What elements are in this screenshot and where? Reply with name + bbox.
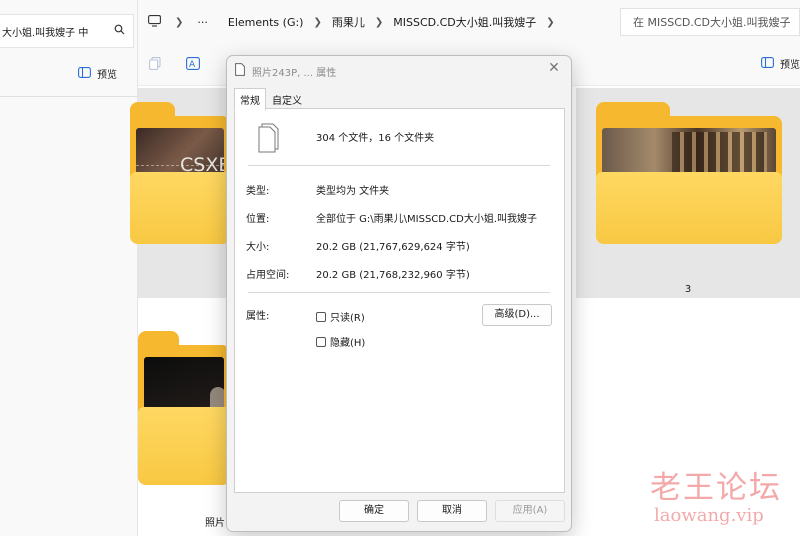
- close-icon[interactable]: ✕: [545, 59, 563, 77]
- apply-button[interactable]: 应用(A): [495, 500, 565, 522]
- chevron-right-icon[interactable]: ❯: [313, 17, 321, 28]
- folder-icon: CSXE: [130, 102, 230, 244]
- cancel-button[interactable]: 取消: [417, 500, 487, 522]
- chevron-right-icon[interactable]: ❯: [375, 17, 383, 28]
- attributes-label: 属性:: [246, 311, 270, 322]
- watermark-text: 老王论坛: [650, 470, 782, 506]
- chevron-right-icon[interactable]: ❯: [546, 17, 554, 28]
- breadcrumb-folder[interactable]: 雨果儿: [332, 14, 365, 30]
- preview-label: 预览: [780, 60, 800, 71]
- left-search-text: 大小姐.叫我嫂子 中: [2, 27, 89, 39]
- hidden-label: 隐藏(H): [330, 338, 366, 349]
- divider: [248, 165, 550, 166]
- divider: [0, 96, 138, 97]
- left-explorer-window: 大小姐.叫我嫂子 中 预览: [0, 0, 138, 536]
- properties-dialog: 照片243P, ... 属性 ✕ 常规 自定义 304 个文件，16 个文件夹 …: [226, 55, 572, 532]
- folder-tile-selected[interactable]: 3: [576, 88, 800, 298]
- advanced-button[interactable]: 高级(D)...: [482, 304, 552, 326]
- location-value: 全部位于 G:\雨果儿\MISSCD.CD大小姐.叫我嫂子: [316, 214, 538, 225]
- divider: [248, 292, 550, 293]
- rename-icon[interactable]: A: [186, 57, 200, 71]
- breadcrumb-current[interactable]: MISSCD.CD大小姐.叫我嫂子: [393, 14, 536, 30]
- svg-text:A: A: [189, 60, 196, 70]
- left-preview-button[interactable]: 预览: [78, 66, 117, 81]
- folder-tile[interactable]: CSXE: [130, 88, 230, 298]
- hidden-checkbox[interactable]: 隐藏(H): [316, 334, 365, 349]
- readonly-label: 只读(R): [330, 313, 365, 324]
- preview-button[interactable]: 预览: [761, 56, 800, 71]
- size-on-disk-label: 占用空间:: [246, 270, 290, 281]
- folder-name: 3: [684, 284, 692, 295]
- copy-icon[interactable]: [148, 57, 162, 71]
- type-label: 类型:: [246, 186, 270, 197]
- preview-pane-icon: [761, 56, 774, 71]
- more-icon[interactable]: ···: [197, 16, 208, 29]
- breadcrumb-drive[interactable]: Elements (G:): [228, 16, 304, 29]
- folder-search-input[interactable]: 在 MISSCD.CD大小姐.叫我嫂子: [620, 8, 800, 36]
- size-value: 20.2 GB (21,767,629,624 字节): [316, 242, 470, 253]
- multiple-files-icon: [258, 123, 279, 153]
- dialog-title-bar: 照片243P, ... 属性: [235, 60, 336, 82]
- preview-pane-icon: [78, 66, 91, 81]
- computer-icon[interactable]: [148, 14, 161, 30]
- type-value: 类型均为 文件夹: [316, 186, 390, 197]
- left-preview-label: 预览: [97, 70, 117, 81]
- tab-general[interactable]: 常规: [234, 88, 266, 111]
- file-icon: [235, 63, 245, 79]
- folder-icon: [596, 102, 782, 244]
- ok-button[interactable]: 确定: [339, 500, 409, 522]
- watermark-url: laowang.vip: [654, 505, 764, 526]
- selection-summary: 304 个文件，16 个文件夹: [316, 133, 435, 144]
- readonly-checkbox[interactable]: 只读(R): [316, 309, 365, 324]
- checkbox-box[interactable]: [316, 336, 326, 347]
- checkbox-box[interactable]: [316, 311, 326, 322]
- folder-icon[interactable]: [138, 331, 230, 485]
- chevron-right-icon[interactable]: ❯: [175, 17, 183, 28]
- left-search-box[interactable]: 大小姐.叫我嫂子 中: [0, 14, 134, 48]
- location-label: 位置:: [246, 214, 270, 225]
- size-on-disk-value: 20.2 GB (21,768,232,960 字节): [316, 270, 470, 281]
- search-icon[interactable]: [114, 24, 125, 38]
- size-label: 大小:: [246, 242, 270, 253]
- general-panel: 304 个文件，16 个文件夹 类型: 类型均为 文件夹 位置: 全部位于 G:…: [234, 108, 565, 493]
- dialog-title: 照片243P, ... 属性: [252, 67, 337, 79]
